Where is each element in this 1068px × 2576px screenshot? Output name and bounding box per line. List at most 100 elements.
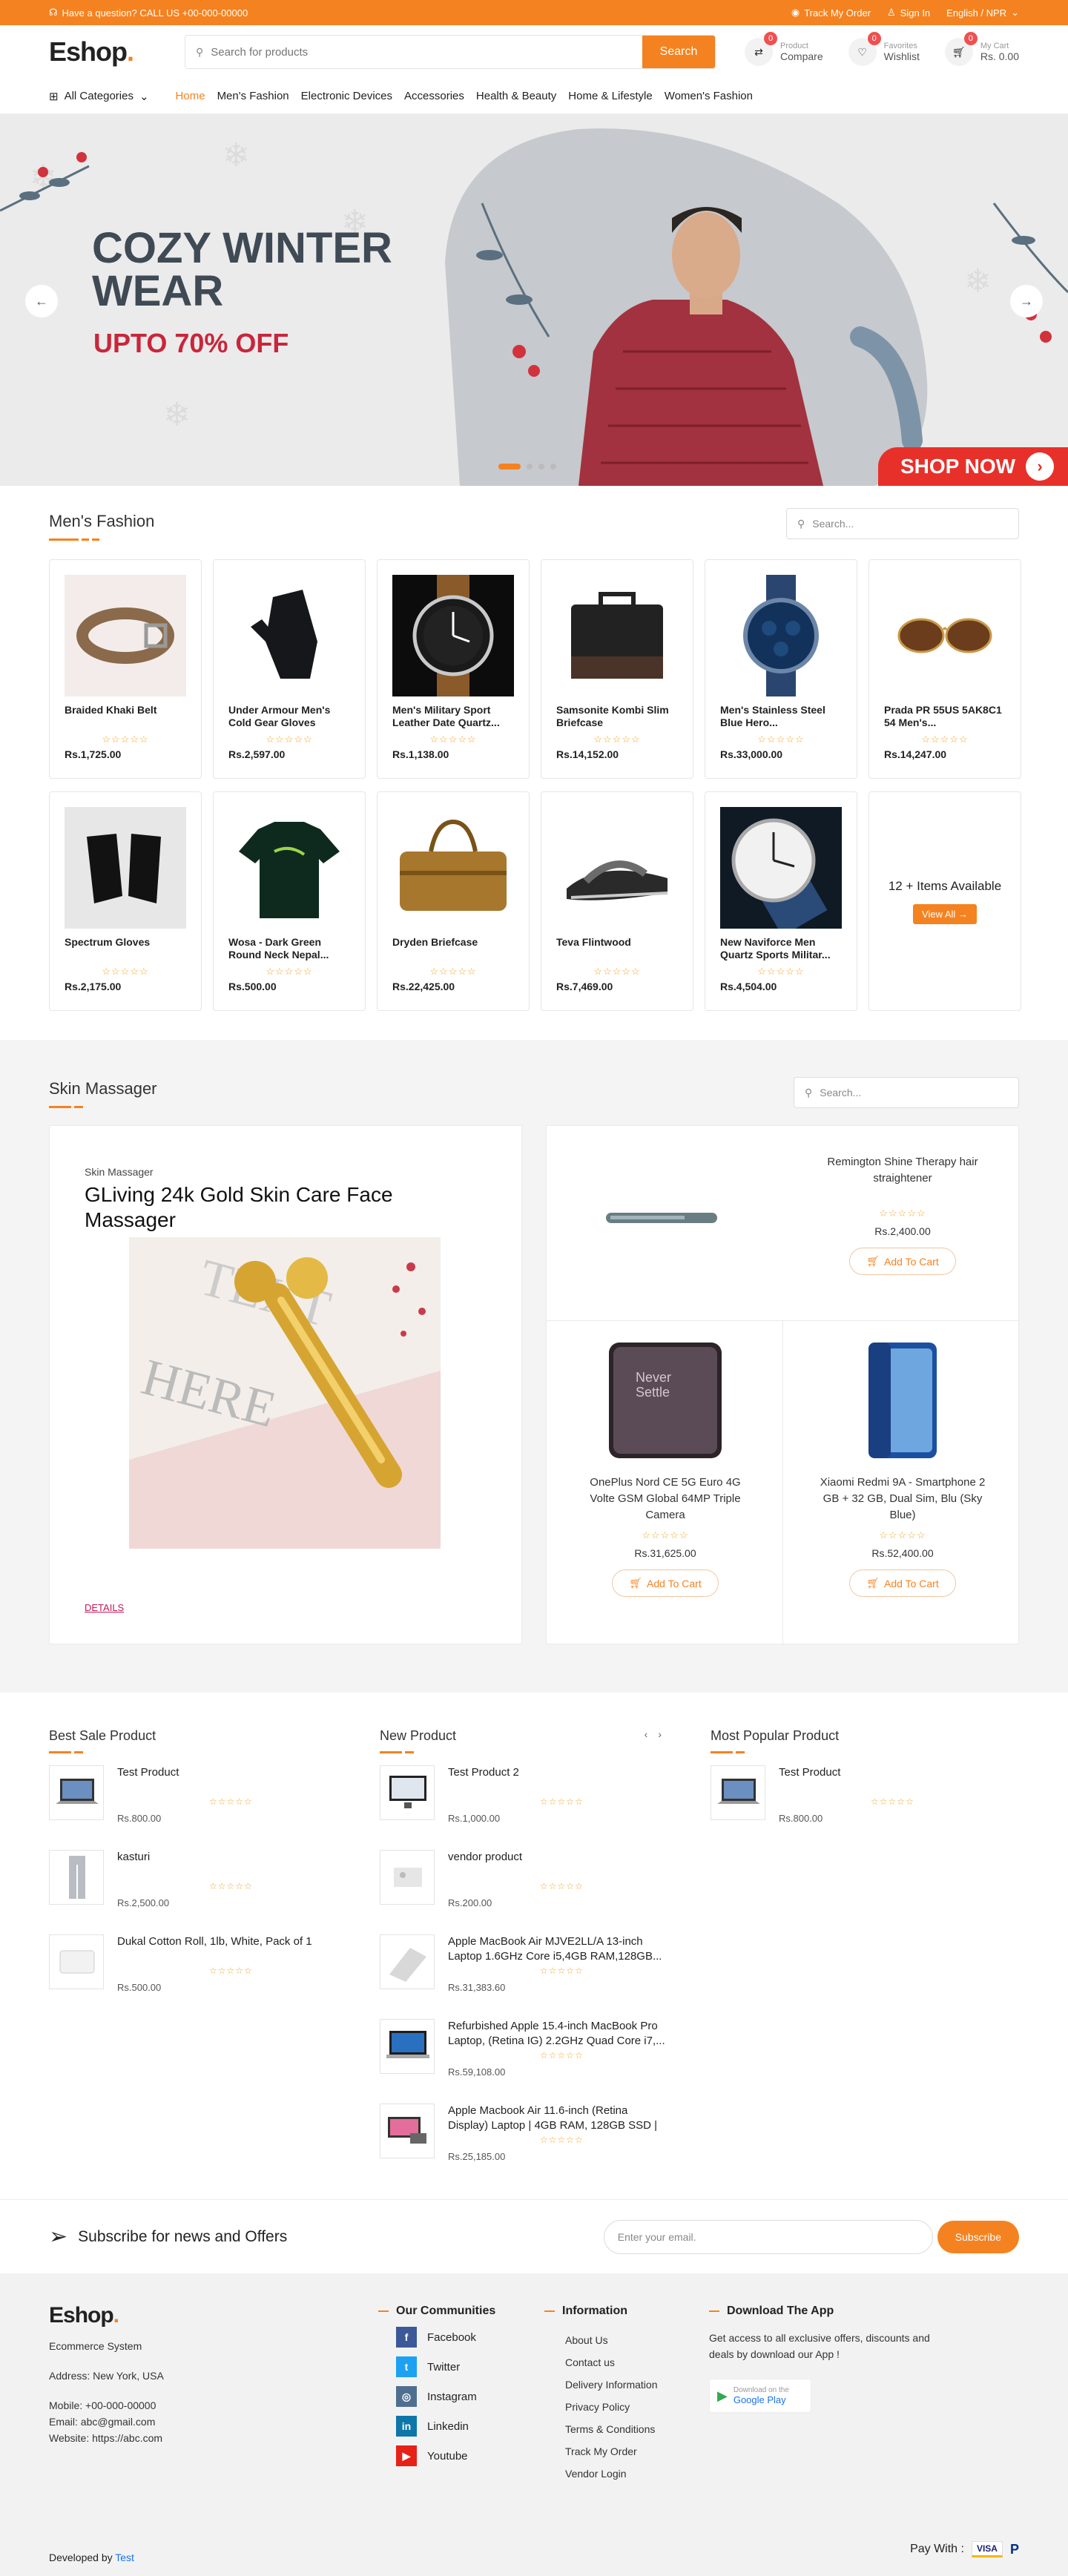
social-link-instagram[interactable]: ◎ Instagram bbox=[396, 2386, 495, 2407]
nav-item-electronic-devices[interactable]: Electronic Devices bbox=[301, 90, 392, 102]
footer-link[interactable]: Contact us bbox=[565, 2356, 658, 2368]
footer-about: Eshop. Ecommerce System Address: New Yor… bbox=[49, 2303, 164, 2444]
cart-small-label: My Cart bbox=[980, 42, 1009, 50]
gp-small-label: Download on the bbox=[733, 2386, 789, 2394]
list-item[interactable]: Test Product ☆☆☆☆☆ Rs.800.00 bbox=[49, 1765, 340, 1824]
product-card[interactable]: Dryden Briefcase ☆☆☆☆☆ Rs.22,425.00 bbox=[377, 791, 530, 1011]
slider-dot[interactable] bbox=[498, 464, 521, 470]
add-to-cart-button[interactable]: 🛒︎ Add To Cart bbox=[849, 1569, 956, 1597]
logo-text: Eshop bbox=[49, 36, 128, 67]
rating-stars: ☆☆☆☆☆ bbox=[879, 1208, 926, 1219]
cart-link[interactable]: 🛒︎ 0 My Cart Rs. 0.00 bbox=[944, 32, 1019, 66]
add-to-cart-button[interactable]: 🛒︎ Add To Cart bbox=[612, 1569, 719, 1597]
footer-email: Email: abc@gmail.com bbox=[49, 2416, 156, 2428]
track-order-link[interactable]: ◉ Track My Order bbox=[791, 7, 871, 19]
help-text: Have a question? CALL US +00-000-00000 bbox=[62, 7, 248, 19]
product-card[interactable]: New Naviforce Men Quartz Sports Militar.… bbox=[705, 791, 857, 1011]
product-card[interactable]: Men's Military Sport Leather Date Quartz… bbox=[377, 559, 530, 779]
mens-search-box[interactable]: ⚲ Search... bbox=[786, 508, 1019, 539]
product-image-wrap bbox=[228, 575, 350, 696]
slider-dot[interactable] bbox=[538, 464, 544, 470]
logo[interactable]: Eshop. bbox=[49, 36, 185, 67]
list-item[interactable]: vendor product ☆☆☆☆☆ Rs.200.00 bbox=[380, 1850, 670, 1908]
social-link-twitter[interactable]: t Twitter bbox=[396, 2356, 495, 2377]
product-thumbnail bbox=[389, 1776, 426, 1808]
search-button[interactable]: Search bbox=[642, 36, 715, 68]
product-name: Wosa - Dark Green Round Neck Nepal... bbox=[228, 936, 329, 961]
massager-product-card[interactable]: Remington Shine Therapy hair straightene… bbox=[814, 1154, 992, 1275]
product-card[interactable]: Men's Stainless Steel Blue Hero... ☆☆☆☆☆ R… bbox=[705, 559, 857, 779]
view-all-label: View All bbox=[922, 908, 956, 920]
social-label: Linkedin bbox=[427, 2419, 469, 2433]
product-card[interactable]: Wosa - Dark Green Round Neck Nepal... ☆☆☆… bbox=[213, 791, 366, 1011]
product-card[interactable]: Teva Flintwood ☆☆☆☆☆ Rs.7,469.00 bbox=[541, 791, 693, 1011]
product-card[interactable]: Samsonite Kombi Slim Briefcase ☆☆☆☆☆ Rs.14… bbox=[541, 559, 693, 779]
product-card[interactable]: Prada PR 55US 5AK8C1 54 Men's... ☆☆☆☆☆ Rs.… bbox=[868, 559, 1021, 779]
product-card[interactable]: Spectrum Gloves ☆☆☆☆☆ Rs.2,175.00 bbox=[49, 791, 202, 1011]
footer-link[interactable]: Vendor Login bbox=[565, 2468, 658, 2480]
add-to-cart-button[interactable]: 🛒︎ Add To Cart bbox=[849, 1248, 956, 1275]
top-bar: ☊ Have a question? CALL US +00-000-00000 … bbox=[0, 0, 1068, 25]
chevron-right-icon[interactable]: › bbox=[658, 1728, 662, 1740]
thumb-wrap bbox=[380, 2104, 435, 2158]
next-slide-button[interactable]: → bbox=[1010, 285, 1043, 317]
footer-link[interactable]: Track My Order bbox=[565, 2445, 658, 2457]
social-link-facebook[interactable]: f Facebook bbox=[396, 2327, 495, 2348]
footer-link[interactable]: Terms & Conditions bbox=[565, 2423, 658, 2435]
chevron-left-icon[interactable]: ‹ bbox=[645, 1728, 648, 1740]
product-card[interactable]: Under Armour Men's Cold Gear Gloves ☆☆☆☆☆… bbox=[213, 559, 366, 779]
search-input[interactable] bbox=[211, 45, 632, 59]
social-link-youtube[interactable]: ▶ Youtube bbox=[396, 2445, 495, 2466]
massager-product-card[interactable]: Never Settle OnePlus Nord CE 5G Euro 4G V… bbox=[576, 1341, 754, 1597]
social-link-linkedin[interactable]: in Linkedin bbox=[396, 2416, 495, 2437]
footer-mobile: Mobile: +00-000-00000 bbox=[49, 2399, 156, 2411]
footer-address: Address: New York, USA bbox=[49, 2370, 164, 2382]
shop-now-label: SHOP NOW bbox=[900, 455, 1016, 478]
list-item[interactable]: Apple Macbook Air 11.6-inch (Retina Disp… bbox=[380, 2104, 670, 2162]
footer-link[interactable]: Delivery Information bbox=[565, 2379, 658, 2391]
sign-in-link[interactable]: ♙ Sign In bbox=[887, 7, 930, 19]
search-icon: ⚲ bbox=[196, 45, 204, 58]
hero-line1: COZY WINTER bbox=[92, 224, 392, 272]
nav-item-home[interactable]: Home bbox=[176, 90, 205, 102]
list-item[interactable]: Test Product ☆☆☆☆☆ Rs.800.00 bbox=[711, 1765, 1001, 1824]
all-categories-dropdown[interactable]: ⊞ All Categories ⌄ bbox=[49, 90, 149, 103]
developer-link[interactable]: Test bbox=[115, 2552, 134, 2563]
nav-item-accessories[interactable]: Accessories bbox=[404, 90, 464, 102]
google-play-button[interactable]: ▶ Download on the Google Play bbox=[709, 2379, 811, 2413]
language-selector[interactable]: English / NPR ⌄ bbox=[946, 7, 1019, 19]
email-input[interactable]: Enter your email. bbox=[603, 2219, 933, 2254]
details-link[interactable]: DETAILS bbox=[85, 1602, 124, 1613]
nav-item-mens-fashion[interactable]: Men's Fashion bbox=[217, 90, 289, 102]
compare-badge: 0 bbox=[764, 32, 778, 45]
footer-tagline: Ecommerce System bbox=[49, 2340, 142, 2352]
subscribe-button[interactable]: Subscribe bbox=[937, 2220, 1019, 2253]
nav-item-health-beauty[interactable]: Health & Beauty bbox=[476, 90, 556, 102]
rating-stars: ☆☆☆☆☆ bbox=[757, 966, 805, 977]
massager-search-box[interactable]: ⚲ Search... bbox=[794, 1077, 1019, 1108]
nav-item-womens-fashion[interactable]: Women's Fashion bbox=[665, 90, 753, 102]
product-name: Teva Flintwood bbox=[556, 936, 631, 948]
list-item[interactable]: Test Product 2 ☆☆☆☆☆ Rs.1,000.00 bbox=[380, 1765, 670, 1824]
product-image-wrap bbox=[65, 807, 186, 929]
footer-logo[interactable]: Eshop. bbox=[49, 2303, 164, 2328]
footer-link[interactable]: About Us bbox=[565, 2334, 658, 2346]
shop-now-button[interactable]: SHOP NOW › bbox=[878, 447, 1068, 486]
nav-item-home-lifestyle[interactable]: Home & Lifestyle bbox=[568, 90, 652, 102]
product-card[interactable]: Braided Khaki Belt ☆☆☆☆☆ Rs.1,725.00 bbox=[49, 559, 202, 779]
list-item[interactable]: Dukal Cotton Roll, 1lb, White, Pack of 1… bbox=[49, 1934, 340, 1993]
compare-link[interactable]: ⇄ 0 Product Compare bbox=[745, 32, 823, 66]
wishlist-link[interactable]: ♡ 0 Favorites Wishlist bbox=[848, 32, 920, 66]
slider-dot[interactable] bbox=[527, 464, 533, 470]
list-item[interactable]: kasturi ☆☆☆☆☆ Rs.2,500.00 bbox=[49, 1850, 340, 1908]
slider-dot[interactable] bbox=[550, 464, 556, 470]
prev-slide-button[interactable]: ← bbox=[25, 285, 58, 317]
footer-link[interactable]: Privacy Policy bbox=[565, 2401, 658, 2413]
list-item[interactable]: Apple MacBook Air MJVE2LL/A 13-inch Lapt… bbox=[380, 1934, 670, 1993]
rating-stars: ☆☆☆☆☆ bbox=[540, 2135, 584, 2145]
massager-product-card[interactable]: Xiaomi Redmi 9A - Smartphone 2 GB + 32 G… bbox=[814, 1341, 992, 1597]
featured-product-card[interactable]: Skin Massager GLiving 24k Gold Skin Care… bbox=[49, 1125, 522, 1644]
thumb-wrap bbox=[49, 1850, 104, 1905]
list-item[interactable]: Refurbished Apple 15.4-inch MacBook Pro … bbox=[380, 2019, 670, 2078]
view-all-button[interactable]: View All → bbox=[913, 903, 977, 924]
